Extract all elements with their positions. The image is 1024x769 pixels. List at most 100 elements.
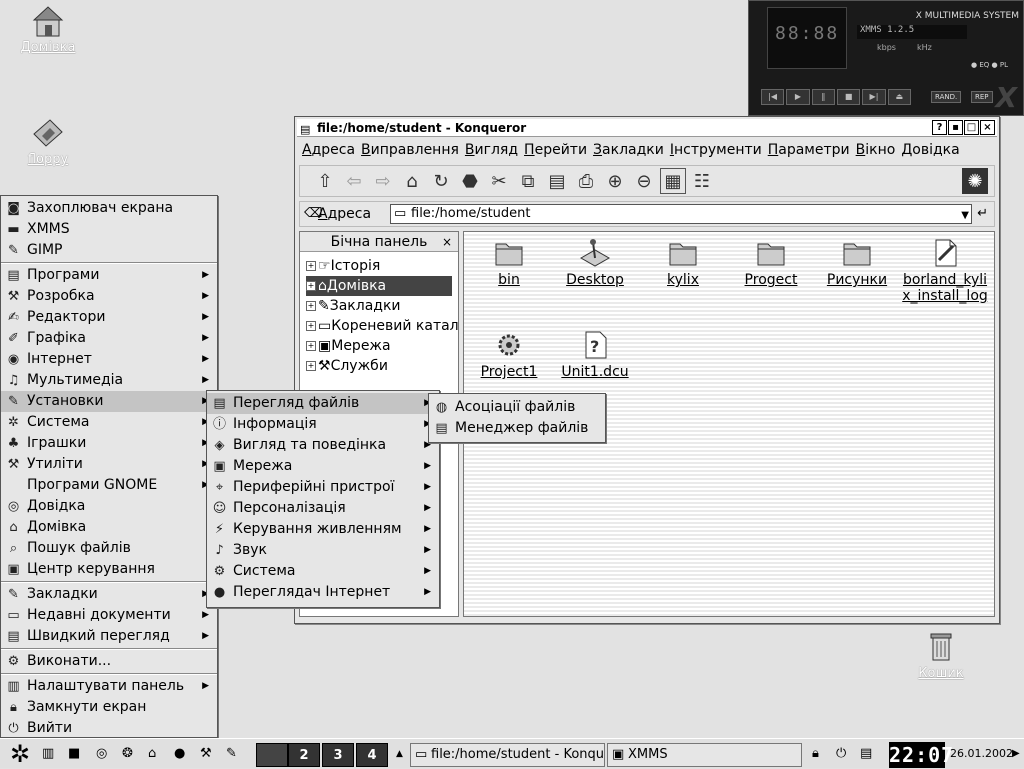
- menu-item-configure-panel[interactable]: ▥ Налаштувати панель ▶: [1, 676, 217, 697]
- sidebar-item-history[interactable]: + ☞Історія: [306, 256, 458, 276]
- desktop-switch-3[interactable]: 3: [322, 743, 354, 767]
- taskbar-hide-arrow-icon[interactable]: ▶: [1012, 743, 1020, 765]
- next-button[interactable]: ▶|: [862, 89, 886, 105]
- file-item-install-log[interactable]: borland_kyli x_install_log: [900, 238, 990, 304]
- xmms-player-window[interactable]: 88:88 X MULTIMEDIA SYSTEM XMMS 1.2.5 kbp…: [748, 0, 1024, 116]
- home-icon[interactable]: ⌂: [399, 168, 425, 194]
- back-arrow-icon[interactable]: ⇦: [341, 168, 367, 194]
- minimize-button[interactable]: ▪: [948, 120, 963, 135]
- pause-button[interactable]: ‖: [811, 89, 835, 105]
- menu-item-home[interactable]: ⌂ Домівка: [1, 517, 217, 538]
- task-list-arrow-icon[interactable]: ▲: [396, 743, 403, 765]
- home-icon[interactable]: ⌂: [148, 743, 156, 765]
- menu-item-gnome-programs[interactable]: Програми GNOME▶: [1, 475, 217, 496]
- editor-icon[interactable]: ✎: [226, 743, 237, 765]
- desktop-show-icon[interactable]: ■: [68, 743, 80, 765]
- menu-bookmarks[interactable]: Закладки: [590, 139, 667, 161]
- xmms-repeat-button[interactable]: REP: [971, 91, 993, 103]
- submenu-item-power-control[interactable]: ⚡ Керування живленням ▶: [207, 519, 439, 540]
- submenu-item-file-browsing[interactable]: ▤Перегляд файлів▶: [207, 393, 439, 414]
- submenu-item-sound[interactable]: ♪ Звук ▶: [207, 540, 439, 561]
- menu-view[interactable]: Вигляд: [462, 139, 521, 161]
- desktop-switch-2[interactable]: 2: [288, 743, 320, 767]
- xmms-shuffle-button[interactable]: RAND.: [931, 91, 962, 103]
- go-icon[interactable]: ↵: [977, 206, 988, 221]
- sidebar-item-home[interactable]: + ⌂Домівка: [306, 276, 452, 296]
- paste-icon[interactable]: ▤: [544, 168, 570, 194]
- menu-item-graphics[interactable]: ✐ Графіка ▶: [1, 328, 217, 349]
- tools-icon[interactable]: ⚒: [200, 743, 212, 765]
- browser-icon[interactable]: ●: [174, 743, 185, 765]
- menu-item-quick-browser[interactable]: ▤ Швидкий перегляд ▶: [1, 626, 217, 647]
- sidebar-close-button[interactable]: ×: [442, 232, 452, 252]
- menu-item-editors[interactable]: ✍ Редактори ▶: [1, 307, 217, 328]
- menu-item-system[interactable]: ✲Система▶: [1, 412, 217, 433]
- sidebar-item-services[interactable]: + ⚒Служби: [306, 356, 458, 376]
- maximize-button[interactable]: □: [964, 120, 979, 135]
- file-item-project1[interactable]: Project1: [464, 330, 554, 380]
- desktop-icon-floppy[interactable]: floppy: [3, 116, 93, 167]
- submenu-item-file-associations[interactable]: ◍ Асоціації файлів: [429, 397, 605, 418]
- menu-item-internet[interactable]: ◉ Інтернет ▶: [1, 349, 217, 370]
- expand-icon[interactable]: +: [306, 341, 316, 351]
- window-menu-icon[interactable]: ▤: [300, 121, 310, 139]
- reload-icon[interactable]: ↻: [428, 168, 454, 194]
- menu-item-development[interactable]: ⚒ Розробка ▶: [1, 286, 217, 307]
- task-xmms[interactable]: ▣ XMMS: [607, 743, 802, 767]
- desktop-switch-4[interactable]: 4: [356, 743, 388, 767]
- power-icon[interactable]: ⏻: [836, 743, 846, 765]
- menu-item-xmms[interactable]: ▬ XMMS: [1, 219, 217, 240]
- submenu-item-peripherals[interactable]: ⌖ Периферійні пристрої ▶: [207, 477, 439, 498]
- chevron-down-icon[interactable]: ▼: [961, 207, 969, 225]
- menu-item-gimp[interactable]: ✎ GIMP: [1, 240, 217, 261]
- submenu-item-look-and-feel[interactable]: ◈ Вигляд та поведінка ▶: [207, 435, 439, 456]
- kde-menu-button[interactable]: ✲: [2, 739, 38, 769]
- stop-button[interactable]: ■: [836, 89, 861, 105]
- xmms-eq-pl-toggles[interactable]: ● EQ ● PL: [971, 61, 1008, 69]
- zoom-in-icon[interactable]: ⊕: [602, 168, 628, 194]
- menu-address[interactable]: Адреса: [299, 139, 358, 161]
- expand-icon[interactable]: +: [306, 321, 316, 331]
- menu-tools[interactable]: Інструменти: [667, 139, 765, 161]
- expand-icon[interactable]: +: [306, 361, 316, 371]
- previous-button[interactable]: |◀: [761, 89, 785, 105]
- close-button[interactable]: ×: [980, 120, 995, 135]
- menu-help[interactable]: Довідка: [898, 139, 962, 161]
- menu-item-lock-screen[interactable]: 🔒︎ Замкнути екран: [1, 697, 217, 718]
- expand-icon[interactable]: +: [306, 301, 316, 311]
- stop-icon[interactable]: ⬣: [457, 168, 483, 194]
- print-icon[interactable]: ⎙: [573, 168, 599, 194]
- clipboard-icon[interactable]: ▤: [860, 743, 872, 765]
- forward-arrow-icon[interactable]: ⇨: [370, 168, 396, 194]
- menu-item-utilities[interactable]: ⚒Утиліти▶: [1, 454, 217, 475]
- menu-window[interactable]: Вікно: [853, 139, 899, 161]
- file-item-bin[interactable]: bin: [464, 238, 554, 288]
- clock[interactable]: 22:07: [889, 742, 953, 768]
- submenu-item-network[interactable]: ▣ Мережа ▶: [207, 456, 439, 477]
- task-konqueror[interactable]: ▭ file:/home/student - Konqueror: [410, 743, 605, 767]
- tree-view-icon[interactable]: ☷: [689, 168, 715, 194]
- menu-item-screenshot[interactable]: ◙ Захоплювач екрана: [1, 198, 217, 219]
- sidebar-item-network[interactable]: + ▣Мережа: [306, 336, 458, 356]
- file-item-desktop[interactable]: Desktop: [550, 238, 640, 288]
- menu-item-settings[interactable]: ✎Установки▶: [1, 391, 217, 412]
- menu-item-control-center[interactable]: ▣ Центр керування: [1, 559, 217, 580]
- copy-icon[interactable]: ⧉: [515, 168, 541, 194]
- terminal-icon[interactable]: ▥: [42, 743, 54, 765]
- menu-item-bookmarks[interactable]: ✎Закладки▶: [1, 584, 217, 605]
- up-arrow-icon[interactable]: ⇧: [312, 168, 338, 194]
- menu-item-help[interactable]: ◎ Довідка: [1, 496, 217, 517]
- submenu-item-information[interactable]: ⓘІнформація▶: [207, 414, 439, 435]
- menu-item-programs[interactable]: ▤ Програми ▶: [1, 265, 217, 286]
- help-button[interactable]: ?: [932, 120, 947, 135]
- menu-item-logout[interactable]: ⏻ Вийти: [1, 718, 217, 739]
- expand-icon[interactable]: +: [306, 261, 316, 271]
- desktop-icon-trash[interactable]: Кошик: [896, 628, 986, 681]
- menu-item-run[interactable]: ⚙ Виконати...: [1, 651, 217, 672]
- desktop-switch-1[interactable]: 1: [256, 743, 288, 767]
- menu-go[interactable]: Перейти: [521, 139, 590, 161]
- cut-icon[interactable]: ✂: [486, 168, 512, 194]
- file-item-pictures[interactable]: Рисунки: [812, 238, 902, 288]
- lock-icon[interactable]: 🔒︎: [812, 743, 819, 765]
- expand-icon[interactable]: +: [306, 281, 316, 291]
